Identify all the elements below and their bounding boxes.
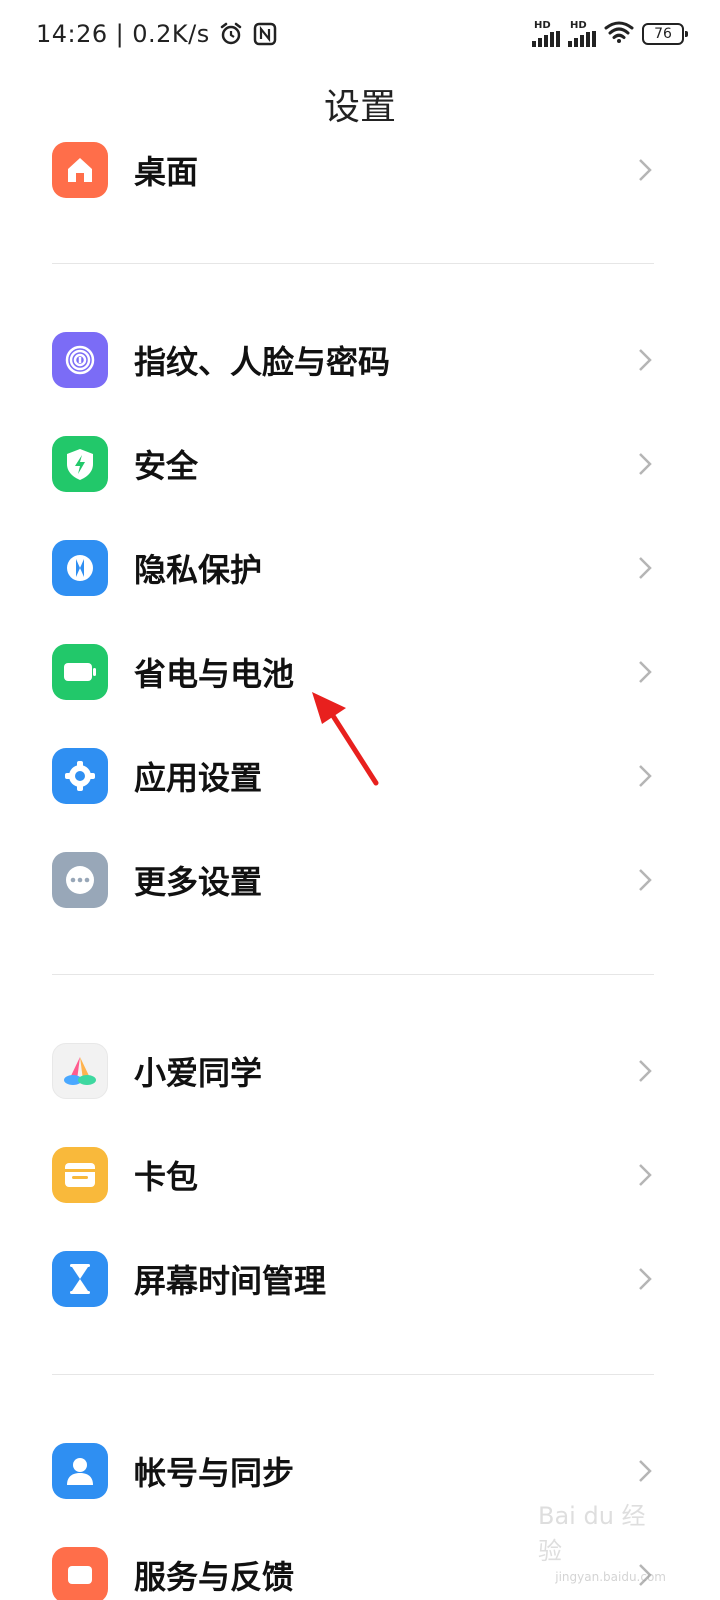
alarm-icon [218, 21, 244, 47]
settings-item-desktop[interactable]: 桌面 [0, 118, 720, 222]
account-icon [52, 1443, 108, 1499]
settings-item-label: 卡包 [134, 1158, 199, 1196]
hd-label-1: HD [534, 20, 551, 31]
settings-item-label: 省电与电池 [134, 655, 295, 693]
baidu-watermark: Bai du 经验 jingyan.baidu.com [538, 1502, 668, 1584]
status-time: 14:26 [36, 20, 108, 48]
status-separator: | [115, 20, 125, 48]
xiaoai-icon [52, 1043, 108, 1099]
settings-item-label: 帐号与同步 [134, 1454, 295, 1492]
battery-indicator: 76 [642, 23, 688, 45]
gear-icon [52, 748, 108, 804]
chevron-right-icon [634, 765, 656, 787]
settings-item-label: 屏幕时间管理 [134, 1262, 327, 1300]
chevron-right-icon [634, 159, 656, 181]
hourglass-icon [52, 1251, 108, 1307]
chevron-right-icon [634, 453, 656, 475]
hd-label-2: HD [570, 20, 587, 31]
chevron-right-icon [634, 557, 656, 579]
chevron-right-icon [634, 349, 656, 371]
settings-item-label: 小爱同学 [134, 1054, 263, 1092]
network-speed: 0.2K/s [132, 20, 210, 48]
chevron-right-icon [634, 1060, 656, 1082]
settings-item-privacy[interactable]: 隐私保护 [0, 516, 720, 620]
status-right: HD HD 76 [532, 20, 688, 48]
settings-item-battery[interactable]: 省电与电池 [0, 620, 720, 724]
battery-icon [52, 644, 108, 700]
service-icon [52, 1547, 108, 1600]
chevron-right-icon [634, 1164, 656, 1186]
watermark-text: Bai du 经验 [538, 1502, 646, 1565]
fingerprint-icon [52, 332, 108, 388]
settings-item-security[interactable]: 安全 [0, 412, 720, 516]
more-icon [52, 852, 108, 908]
settings-item-label: 隐私保护 [134, 551, 263, 589]
signal-1-icon: HD [532, 21, 560, 47]
battery-level: 76 [654, 26, 672, 42]
chevron-right-icon [634, 1460, 656, 1482]
status-left: 14:26 | 0.2K/s [36, 20, 278, 48]
settings-item-fingerprint[interactable]: 指纹、人脸与密码 [0, 308, 720, 412]
chevron-right-icon [634, 1268, 656, 1290]
settings-item-apps[interactable]: 应用设置 [0, 724, 720, 828]
shield-bolt-icon [52, 436, 108, 492]
watermark-subtext: jingyan.baidu.com [555, 1570, 666, 1584]
settings-item-label: 桌面 [134, 153, 199, 191]
settings-item-xiaoai[interactable]: 小爱同学 [0, 1019, 720, 1123]
home-icon [52, 142, 108, 198]
settings-item-more[interactable]: 更多设置 [0, 828, 720, 932]
settings-item-label: 服务与反馈 [134, 1558, 295, 1596]
chevron-right-icon [634, 661, 656, 683]
settings-item-label: 指纹、人脸与密码 [134, 343, 391, 381]
section-divider [52, 974, 654, 975]
settings-item-label: 更多设置 [134, 863, 263, 901]
nfc-icon [252, 21, 278, 47]
section-divider [52, 263, 654, 264]
chevron-right-icon [634, 869, 656, 891]
privacy-icon [52, 540, 108, 596]
status-bar: 14:26 | 0.2K/s HD HD 76 [0, 0, 720, 68]
settings-item-wallet[interactable]: 卡包 [0, 1123, 720, 1227]
settings-item-label: 安全 [134, 447, 199, 485]
settings-screen: 14:26 | 0.2K/s HD HD 76 设置 桌面 指纹、人脸与密码 安… [0, 0, 720, 1600]
wallet-icon [52, 1147, 108, 1203]
wifi-icon [604, 20, 634, 48]
settings-item-screen-time[interactable]: 屏幕时间管理 [0, 1227, 720, 1331]
settings-item-label: 应用设置 [134, 759, 263, 797]
signal-2-icon: HD [568, 21, 596, 47]
section-divider [52, 1374, 654, 1375]
